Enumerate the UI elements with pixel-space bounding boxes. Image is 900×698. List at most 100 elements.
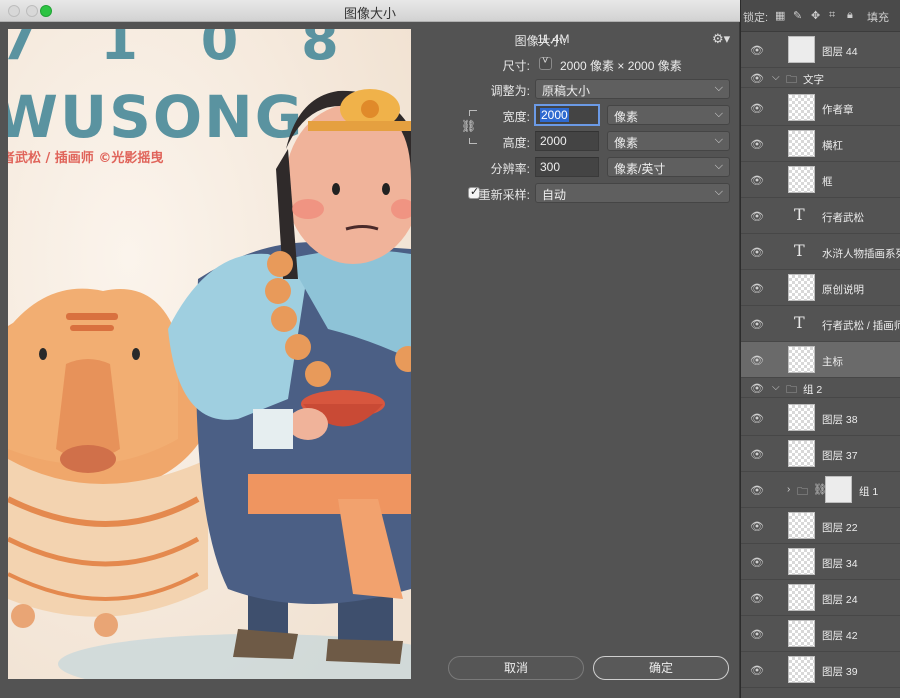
layer-thumbnail[interactable] (788, 512, 815, 539)
layer-mask-thumbnail[interactable] (825, 476, 852, 503)
layer-row[interactable]: 👁︎ 图层 42 (741, 616, 900, 652)
resolution-input[interactable]: 300 (535, 157, 599, 177)
visibility-eye-icon[interactable]: 👁︎ (750, 664, 764, 677)
cancel-button[interactable]: 取消 (448, 656, 584, 680)
layer-row[interactable]: 👁︎ 原创说明 (741, 270, 900, 306)
layer-row[interactable]: 👁︎ 图层 22 (741, 508, 900, 544)
layer-row[interactable]: 👁︎ 图层 38 (741, 400, 900, 436)
visibility-eye-icon[interactable]: 👁︎ (750, 138, 764, 151)
visibility-eye-icon[interactable]: 👁︎ (750, 246, 764, 259)
layer-name: 原创说明 (822, 284, 864, 296)
layer-thumbnail[interactable] (788, 440, 815, 467)
layer-row[interactable]: 👁︎ T 行者武松 (741, 198, 900, 234)
expand-chevron-icon[interactable]: ⌵ (772, 382, 780, 393)
visibility-eye-icon[interactable]: 👁︎ (750, 484, 764, 497)
width-input[interactable]: 2000 (534, 104, 600, 126)
visibility-eye-icon[interactable]: 👁︎ (750, 628, 764, 641)
resample-method-select[interactable]: 自动 ⌵ (535, 183, 730, 203)
text-layer-icon: T (794, 313, 805, 332)
dimensions-label: 尺寸: (502, 59, 530, 73)
lock-artboard-icon[interactable]: ⌗ (829, 9, 835, 22)
visibility-eye-icon[interactable]: 👁︎ (750, 210, 764, 223)
resolution-label: 分辨率: (490, 162, 530, 176)
settings-gear-icon[interactable]: ⚙︎▾ (712, 31, 730, 47)
layer-name: 作者章 (822, 104, 854, 116)
layer-row[interactable]: 👁︎ 主标 (741, 342, 900, 378)
fit-to-value: 原稿大小 (542, 84, 591, 98)
width-unit-value: 像素 (614, 110, 639, 124)
layer-row[interactable]: 👁︎ 框 (741, 162, 900, 198)
visibility-eye-icon[interactable]: 👁︎ (750, 174, 764, 187)
layer-thumbnail[interactable] (788, 94, 815, 121)
resolution-unit-select[interactable]: 像素/英寸 ⌵ (607, 157, 730, 177)
layer-thumbnail[interactable] (788, 274, 815, 301)
layer-name: 行者武松 / 插画师 (822, 320, 900, 332)
folder-icon: 🗀 (786, 384, 797, 396)
layer-thumbnail[interactable] (788, 548, 815, 575)
visibility-eye-icon[interactable]: 👁︎ (750, 44, 764, 57)
height-input[interactable]: 2000 (535, 131, 599, 151)
expand-chevron-icon[interactable]: › (787, 484, 790, 495)
visibility-eye-icon[interactable]: 👁︎ (750, 282, 764, 295)
layer-group-row[interactable]: 👁︎ ⌵ 🗀 文字 (741, 68, 900, 88)
layer-row[interactable]: 👁︎ T 水浒人物插画系列 (741, 234, 900, 270)
visibility-eye-icon[interactable]: 👁︎ (750, 556, 764, 569)
layer-thumbnail[interactable] (788, 620, 815, 647)
chevron-down-icon: ⌵ (714, 134, 723, 146)
layer-thumbnail[interactable] (788, 404, 815, 431)
expand-chevron-icon[interactable]: ⌵ (772, 72, 780, 83)
layer-row[interactable]: 👁︎ 图层 37 (741, 436, 900, 472)
lock-transparency-icon[interactable]: ▦ (775, 9, 785, 22)
layer-row[interactable]: 👁︎ 图层 24 (741, 580, 900, 616)
layer-row[interactable]: 👁︎ 图层 39 (741, 652, 900, 688)
layer-row[interactable]: 👁︎ › 🗀 ⛓ 组 1 (741, 472, 900, 508)
chevron-down-icon: ⌵ (714, 82, 723, 94)
height-value: 2000 (540, 134, 567, 148)
image-preview[interactable]: 7 1 0 8 WUSONG 者武松 / 插画师 ©光影摇曳 (8, 29, 411, 679)
fit-to-select[interactable]: 原稿大小 ⌵ (535, 79, 730, 99)
layer-row[interactable]: 👁︎ 作者章 (741, 90, 900, 126)
layer-thumbnail[interactable] (788, 166, 815, 193)
dialog-title: 图像大小 (343, 6, 396, 21)
width-label: 宽度: (502, 110, 530, 124)
layers-panel: 锁定: ▦ ✎ ✥ ⌗ 🔒︎ 填充 👁︎ 图层 44 👁︎ ⌵ 🗀 文字 👁︎ 作者章 👁︎ 横杠… (741, 0, 900, 698)
visibility-eye-icon[interactable]: 👁︎ (750, 412, 764, 425)
visibility-eye-icon[interactable]: 👁︎ (750, 102, 764, 115)
folder-icon: 🗀 (797, 486, 808, 498)
lock-toolbar: 锁定: ▦ ✎ ✥ ⌗ 🔒︎ 填充 (741, 0, 900, 32)
layer-name: 横杠 (822, 140, 843, 152)
width-unit-select[interactable]: 像素 ⌵ (607, 105, 730, 125)
layer-name: 文字 (803, 74, 824, 86)
height-label: 高度: (502, 136, 530, 150)
layer-row[interactable]: 👁︎ 横杠 (741, 126, 900, 162)
layer-row[interactable]: 👁︎ 图层 44 (741, 32, 900, 68)
text-layer-icon: T (794, 205, 805, 224)
layer-thumbnail[interactable] (788, 346, 815, 373)
layer-name: 水浒人物插画系列 (822, 248, 900, 260)
visibility-eye-icon[interactable]: 👁︎ (750, 520, 764, 533)
dimensions-unit-toggle[interactable] (539, 55, 552, 70)
visibility-eye-icon[interactable]: 👁︎ (750, 592, 764, 605)
layer-thumbnail[interactable] (788, 130, 815, 157)
lock-position-icon[interactable]: ✥ (811, 9, 820, 22)
width-value: 2000 (540, 108, 569, 122)
lock-all-icon[interactable]: 🔒︎ (847, 9, 853, 22)
visibility-eye-icon[interactable]: 👁︎ (750, 382, 764, 395)
visibility-eye-icon[interactable]: 👁︎ (750, 318, 764, 331)
layer-thumbnail[interactable] (788, 656, 815, 683)
layer-row[interactable]: 👁︎ T 行者武松 / 插画师 (741, 306, 900, 342)
layer-thumbnail[interactable] (788, 36, 815, 63)
visibility-eye-icon[interactable]: 👁︎ (750, 354, 764, 367)
layer-name: 图层 44 (822, 46, 858, 58)
layer-row[interactable]: 👁︎ 图层 34 (741, 544, 900, 580)
lock-paint-icon[interactable]: ✎ (793, 9, 802, 22)
layer-thumbnail[interactable] (788, 584, 815, 611)
ok-button[interactable]: 确定 (593, 656, 729, 680)
visibility-eye-icon[interactable]: 👁︎ (750, 72, 764, 85)
height-unit-select[interactable]: 像素 ⌵ (607, 131, 730, 151)
dimensions-value: 2000 像素 × 2000 像素 (560, 59, 682, 73)
visibility-eye-icon[interactable]: 👁︎ (750, 448, 764, 461)
layer-name: 图层 22 (822, 522, 858, 534)
title-bar: 图像大小 (0, 0, 740, 22)
layer-group-row[interactable]: 👁︎ ⌵ 🗀 组 2 (741, 378, 900, 398)
